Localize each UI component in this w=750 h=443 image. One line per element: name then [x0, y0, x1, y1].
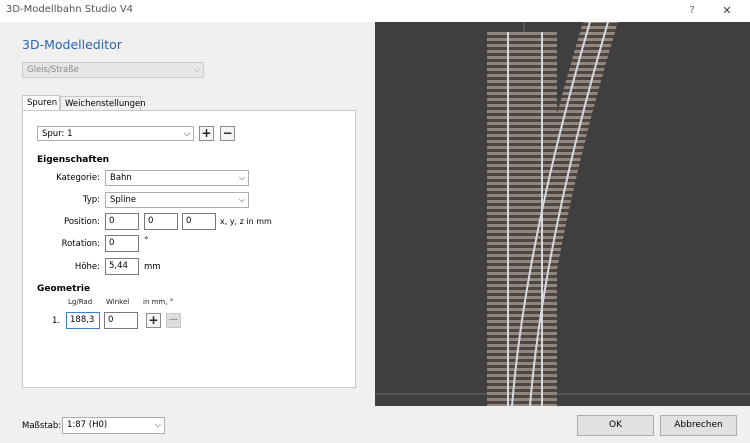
height-input[interactable]: 5,44: [105, 258, 139, 275]
geometry-length-input[interactable]: 188,3: [66, 312, 100, 329]
position-label: Position:: [64, 217, 100, 227]
tab-panel-spuren: [22, 110, 356, 388]
rotation-unit: °: [144, 236, 149, 246]
add-track-button[interactable]: +: [199, 126, 214, 141]
straight-track-bed: [487, 32, 557, 406]
geometry-angle-input[interactable]: 0: [104, 312, 138, 329]
tab-weichenstellungen[interactable]: Weichenstellungen: [60, 96, 146, 110]
chevron-down-icon: ⌵: [193, 65, 200, 74]
geometry-col-unit: in mm, °: [143, 298, 174, 306]
cancel-button[interactable]: Abbrechen: [660, 415, 737, 436]
position-y-input[interactable]: 0: [144, 213, 178, 230]
close-button[interactable]: ✕: [716, 2, 738, 20]
model-type-select[interactable]: Gleis/Straße ⌵: [22, 62, 204, 78]
add-geometry-button[interactable]: +: [146, 313, 161, 328]
height-unit: mm: [144, 262, 161, 272]
geometry-col-length: Lg/Rad: [68, 298, 93, 306]
type-select[interactable]: Spline ⌵: [105, 192, 249, 208]
scale-select[interactable]: 1:87 (H0) ⌵: [62, 417, 165, 434]
geometry-row-index: 1.: [52, 316, 61, 326]
category-select[interactable]: Bahn ⌵: [105, 170, 249, 186]
chevron-down-icon: ⌵: [238, 195, 245, 204]
track-render: [375, 21, 750, 407]
position-unit: x, y, z in mm: [220, 217, 272, 226]
category-value: Bahn: [110, 173, 132, 183]
tab-spuren[interactable]: Spuren: [22, 95, 60, 111]
rotation-input[interactable]: 0: [105, 235, 139, 252]
type-label: Typ:: [82, 195, 100, 205]
chevron-down-icon: ⌵: [154, 420, 161, 429]
properties-heading: Eigenschaften: [37, 155, 110, 165]
track-select-value: Spur: 1: [42, 129, 73, 139]
type-value: Spline: [110, 195, 137, 205]
model-type-value: Gleis/Straße: [27, 65, 79, 75]
geometry-heading: Geometrie: [37, 284, 91, 294]
geometry-col-angle: Winkel: [106, 298, 130, 306]
chevron-down-icon: ⌵: [183, 129, 190, 138]
window-title: 3D-Modellbahn Studio V4: [6, 4, 134, 15]
track-select[interactable]: Spur: 1 ⌵: [37, 126, 194, 141]
remove-geometry-button[interactable]: —: [166, 313, 181, 328]
scale-value: 1:87 (H0): [67, 420, 108, 430]
3d-viewport[interactable]: [375, 21, 750, 407]
category-label: Kategorie:: [56, 173, 100, 183]
help-button[interactable]: ?: [683, 2, 701, 20]
chevron-down-icon: ⌵: [238, 173, 245, 182]
position-z-input[interactable]: 0: [182, 213, 216, 230]
ok-button[interactable]: OK: [577, 415, 654, 436]
height-label: Höhe:: [74, 262, 100, 272]
scale-label: Maßstab:: [22, 421, 62, 431]
editor-title: 3D-Modelleditor: [22, 37, 122, 52]
remove-track-button[interactable]: −: [220, 126, 235, 141]
position-x-input[interactable]: 0: [105, 213, 139, 230]
rotation-label: Rotation:: [61, 239, 100, 249]
